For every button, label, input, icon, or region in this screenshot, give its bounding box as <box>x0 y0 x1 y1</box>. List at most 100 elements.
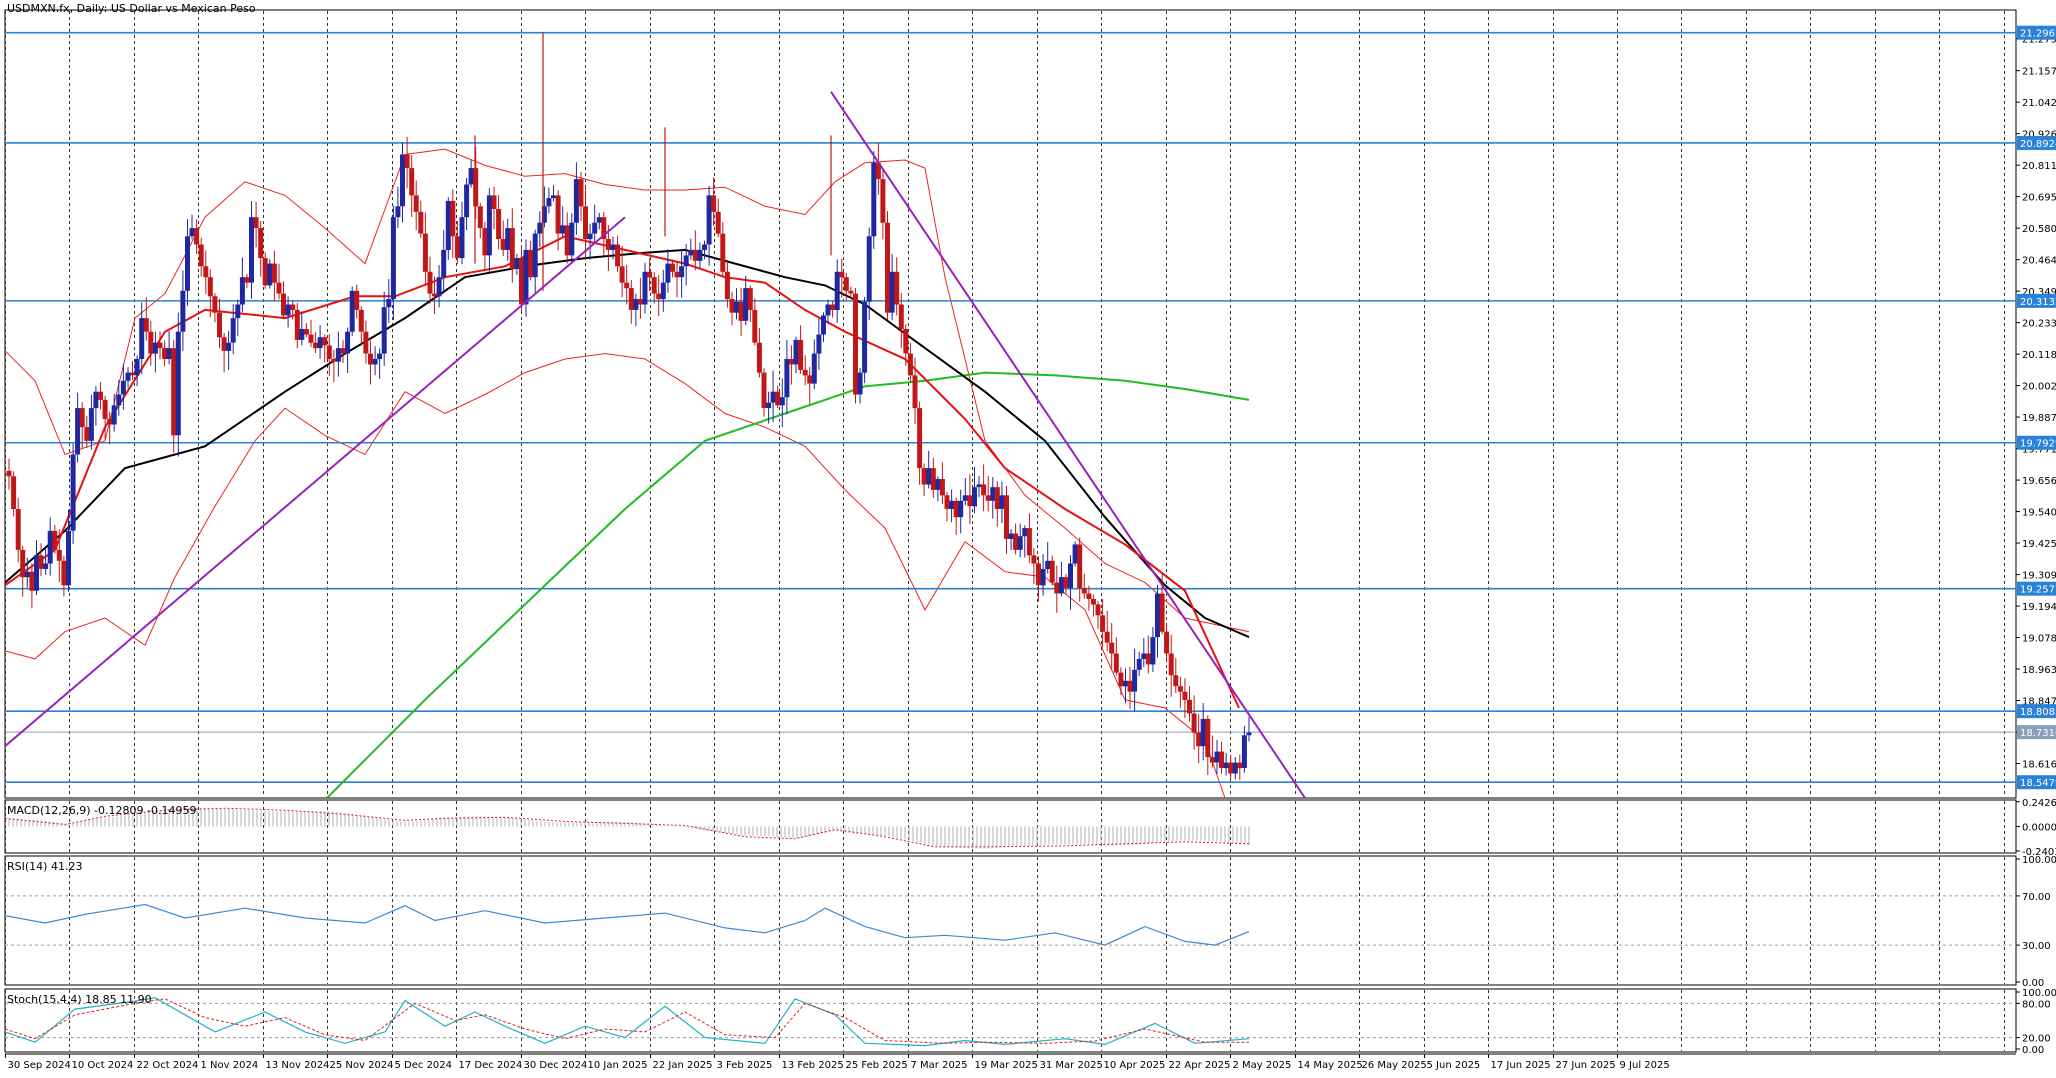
candle-body[interactable] <box>303 329 309 335</box>
candle-body[interactable] <box>84 427 90 441</box>
candle-body[interactable] <box>88 408 94 441</box>
candle-body[interactable] <box>386 299 392 308</box>
candle-body[interactable] <box>358 309 364 332</box>
candle-body[interactable] <box>262 258 268 286</box>
candle-body[interactable] <box>569 222 575 256</box>
candle-body[interactable] <box>47 530 53 564</box>
candle-body[interactable] <box>706 195 712 245</box>
candle-body[interactable] <box>1196 732 1202 747</box>
candle-body[interactable] <box>885 222 890 313</box>
candle-body[interactable] <box>1141 653 1147 660</box>
candle-body[interactable] <box>866 236 872 302</box>
candle-body[interactable] <box>349 290 355 332</box>
candle-body[interactable] <box>1155 593 1160 638</box>
candle-body[interactable] <box>1127 680 1133 692</box>
candle-body[interactable] <box>203 266 209 278</box>
candle-body[interactable] <box>1123 680 1128 687</box>
candle-body[interactable] <box>972 487 977 507</box>
candle-body[interactable] <box>56 549 62 561</box>
candle-body[interactable] <box>134 359 140 376</box>
candle-body[interactable] <box>551 195 556 199</box>
candle-body[interactable] <box>944 495 950 509</box>
candle-body[interactable] <box>468 168 474 185</box>
candle-body[interactable] <box>52 530 58 550</box>
candle-body[interactable] <box>148 331 154 354</box>
candle-body[interactable] <box>345 331 351 354</box>
candle-body[interactable] <box>853 293 858 395</box>
candle-body[interactable] <box>1100 615 1106 632</box>
candle-body[interactable] <box>1136 658 1142 670</box>
candle-body[interactable] <box>98 391 103 400</box>
candle-body[interactable] <box>249 217 254 283</box>
candle-body[interactable] <box>1026 528 1032 556</box>
candle-body[interactable] <box>637 299 643 305</box>
candle-body[interactable] <box>1132 669 1138 692</box>
candle-body[interactable] <box>1150 637 1156 665</box>
trendline[interactable] <box>830 91 1306 798</box>
candle-body[interactable] <box>939 479 945 496</box>
candle-body[interactable] <box>523 249 529 305</box>
candle-body[interactable] <box>651 277 657 294</box>
candle-body[interactable] <box>185 236 190 291</box>
candle-body[interactable] <box>528 249 534 278</box>
candle-body[interactable] <box>235 304 241 319</box>
candle-body[interactable] <box>1241 735 1247 768</box>
candle-body[interactable] <box>445 200 451 250</box>
candle-body[interactable] <box>793 339 799 365</box>
candle-body[interactable] <box>409 168 415 196</box>
candle-body[interactable] <box>43 563 49 570</box>
candle-body[interactable] <box>450 200 456 237</box>
candle-body[interactable] <box>573 179 579 223</box>
candle-body[interactable] <box>230 318 236 343</box>
candle-body[interactable] <box>587 233 593 240</box>
candle-body[interactable] <box>1031 555 1037 564</box>
candle-body[interactable] <box>322 337 328 346</box>
candle-body[interactable] <box>1095 604 1101 616</box>
candle-body[interactable] <box>578 179 584 207</box>
candle-body[interactable] <box>798 339 804 370</box>
candle-body[interactable] <box>633 299 639 310</box>
candle-body[interactable] <box>1072 544 1078 564</box>
candle-body[interactable] <box>198 244 204 267</box>
candle-body[interactable] <box>390 217 396 299</box>
candle-body[interactable] <box>281 293 286 316</box>
candle-body[interactable] <box>326 345 332 359</box>
candle-body[interactable] <box>688 249 694 256</box>
candle-body[interactable] <box>1036 563 1041 586</box>
candle-body[interactable] <box>1209 757 1215 763</box>
candle-body[interactable] <box>930 468 936 490</box>
candle-body[interactable] <box>871 162 877 237</box>
candle-body[interactable] <box>308 334 314 343</box>
candle-body[interactable] <box>802 369 808 376</box>
candle-body[interactable] <box>720 233 726 272</box>
candle-body[interactable] <box>624 282 630 289</box>
candle-body[interactable] <box>857 372 863 395</box>
candle-body[interactable] <box>107 419 113 425</box>
candle-body[interactable] <box>335 348 341 362</box>
candle-body[interactable] <box>404 154 410 169</box>
candle-body[interactable] <box>903 329 909 354</box>
candle-body[interactable] <box>157 342 163 349</box>
candle-body[interactable] <box>6 470 12 477</box>
candle-body[interactable] <box>1045 560 1051 569</box>
candle-body[interactable] <box>1077 544 1083 588</box>
candle-body[interactable] <box>1004 495 1009 539</box>
candle-body[interactable] <box>683 255 689 267</box>
candle-body[interactable] <box>317 337 323 349</box>
candle-body[interactable] <box>24 571 30 578</box>
candle-body[interactable] <box>1040 569 1046 586</box>
candle-body[interactable] <box>962 495 968 501</box>
candle-body[interactable] <box>422 233 428 272</box>
candle-body[interactable] <box>821 315 826 335</box>
candle-body[interactable] <box>496 209 502 239</box>
candle-body[interactable] <box>239 277 245 305</box>
candle-body[interactable] <box>1058 577 1064 594</box>
candle-body[interactable] <box>756 342 762 373</box>
candle-body[interactable] <box>949 500 955 509</box>
candle-body[interactable] <box>509 228 515 269</box>
candle-body[interactable] <box>784 359 790 398</box>
candle-body[interactable] <box>313 342 319 349</box>
candle-body[interactable] <box>807 375 813 384</box>
candle-body[interactable] <box>967 495 973 507</box>
candle-body[interactable] <box>734 301 739 313</box>
